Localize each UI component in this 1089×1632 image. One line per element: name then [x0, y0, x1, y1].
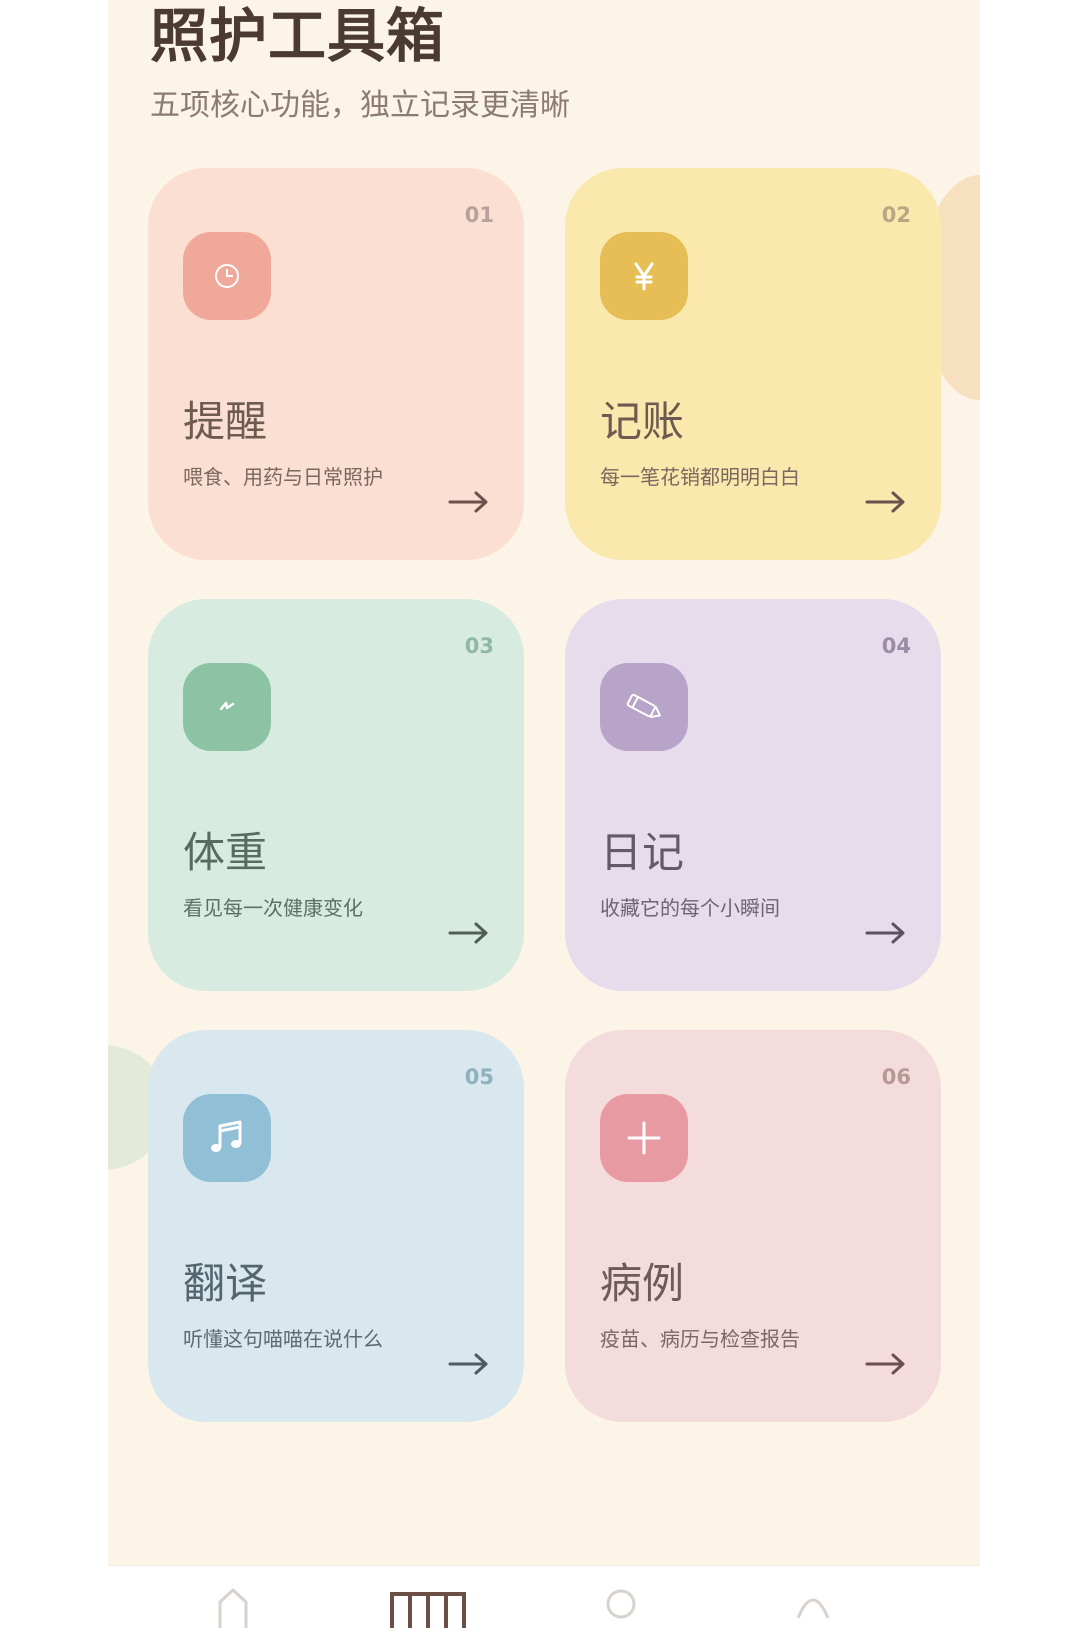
card-number: 01: [464, 203, 494, 227]
card-accounting[interactable]: 02 记账 每一笔花销都明明白白: [565, 168, 941, 560]
arrow-right-icon: [448, 922, 488, 944]
card-diary[interactable]: 04 日记 收藏它的每个小瞬间: [565, 599, 941, 991]
toolbox-page: 照护工具箱 五项核心功能，独立记录更清晰 01 提醒 喂食、用药与日常照护 02…: [108, 0, 980, 1565]
tab-toolbox[interactable]: [388, 1588, 466, 1628]
tab-home[interactable]: [198, 1588, 268, 1628]
yen-icon: [600, 232, 688, 320]
card-reminder[interactable]: 01 提醒 喂食、用药与日常照护: [148, 168, 524, 560]
home-icon: [218, 1588, 248, 1628]
card-description: 喂食、用药与日常照护: [183, 465, 383, 489]
card-title: 日记: [600, 828, 685, 877]
arrow-right-icon: [865, 491, 905, 513]
card-description: 每一笔花销都明明白白: [600, 465, 800, 489]
clock-icon: [183, 232, 271, 320]
pencil-icon: [600, 663, 688, 751]
card-title: 体重: [183, 828, 268, 877]
page-title: 照护工具箱: [150, 2, 446, 70]
card-weight[interactable]: 03 体重 看见每一次健康变化: [148, 599, 524, 991]
profile-icon: [606, 1589, 636, 1619]
card-number: 03: [464, 634, 494, 658]
card-translate[interactable]: 05 翻译 听懂这句喵喵在说什么: [148, 1030, 524, 1422]
card-description: 看见每一次健康变化: [183, 896, 363, 920]
bottom-nav: [108, 1565, 980, 1628]
card-title: 翻译: [183, 1259, 268, 1308]
card-title: 记账: [600, 397, 685, 446]
arrow-right-icon: [865, 1353, 905, 1375]
card-description: 听懂这句喵喵在说什么: [183, 1327, 383, 1351]
card-description: 疫苗、病历与检查报告: [600, 1327, 800, 1351]
card-medical[interactable]: 06 病例 疫苗、病历与检查报告: [565, 1030, 941, 1422]
arrow-right-icon: [448, 1353, 488, 1375]
card-number: 04: [881, 634, 911, 658]
arrow-right-icon: [448, 491, 488, 513]
card-number: 02: [881, 203, 911, 227]
toolbox-icon: [390, 1592, 466, 1628]
pulse-icon: [183, 663, 271, 751]
card-number: 06: [881, 1065, 911, 1089]
card-title: 病例: [600, 1259, 685, 1308]
card-title: 提醒: [183, 397, 268, 446]
plus-icon: [600, 1094, 688, 1182]
card-description: 收藏它的每个小瞬间: [600, 896, 780, 920]
tab-profile[interactable]: [586, 1588, 656, 1628]
tab-settings[interactable]: [778, 1588, 848, 1628]
music-note-icon: [183, 1094, 271, 1182]
arrow-right-icon: [865, 922, 905, 944]
page-subtitle: 五项核心功能，独立记录更清晰: [150, 88, 570, 123]
settings-icon: [796, 1598, 830, 1619]
card-number: 05: [464, 1065, 494, 1089]
